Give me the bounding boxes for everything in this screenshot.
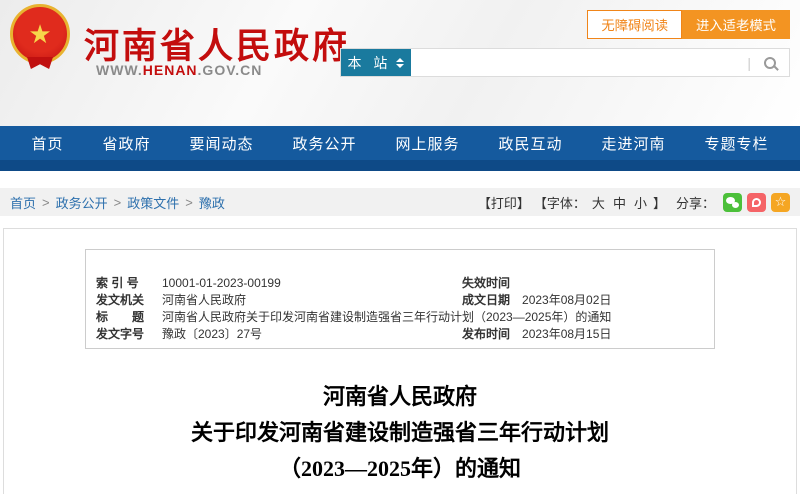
font-size-small-button[interactable]: 小 (634, 193, 647, 212)
breadcrumb-separator: > (42, 194, 50, 210)
meta-doc-no-value: 豫政〔2023〕27号 (162, 327, 263, 341)
meta-doc-no-label: 发文字号 (96, 327, 145, 341)
meta-row-title: 标 题 河南省人民政府关于印发河南省建设制造强省三年行动计划（2023—2025… (90, 309, 720, 326)
main-nav: 首页 省政府 要闻动态 政务公开 网上服务 政民互动 走进河南 专题专栏 (0, 126, 800, 160)
meta-date-written-label: 成文日期 (462, 293, 511, 307)
meta-date-published-value: 2023年08月15日 (522, 327, 612, 341)
share-icon-group: ☆ (723, 192, 790, 212)
weibo-share-icon[interactable] (747, 192, 766, 212)
breadcrumb-yuzheng[interactable]: 豫政 (199, 193, 225, 212)
header-mode-buttons: 无障碍阅读 进入适老模式 (587, 10, 790, 39)
font-size-medium-button[interactable]: 中 (613, 193, 626, 212)
meta-expiry-value (516, 275, 720, 292)
meta-row-docno: 发文字号 豫政〔2023〕27号 发布时间 2023年08月15日 (90, 326, 720, 343)
breadcrumb-toolbar: 首页 > 政务公开 > 政策文件 > 豫政 【打印】 【字体： 大 中 小 】 … (0, 188, 800, 216)
site-url-highlight: HENAN (142, 62, 198, 78)
nav-item-special-topics[interactable]: 专题专栏 (704, 133, 768, 154)
font-size-label-open: 【字体： (533, 195, 586, 211)
document-title-line-3: （2023—2025年）的通知 (278, 456, 521, 481)
site-url: WWW.HENAN.GOV.CN (96, 62, 262, 78)
nav-underline-bar (0, 160, 800, 171)
page-tools: 【打印】 【字体： 大 中 小 】 分享： ☆ (478, 192, 790, 212)
site-header: ★ 河南省人民政府 WWW.HENAN.GOV.CN 无障碍阅读 进入适老模式 … (0, 0, 800, 126)
search-button[interactable] (751, 49, 789, 76)
meta-row-index: 索 引 号 10001-01-2023-00199 失效时间 (90, 275, 720, 292)
search-input[interactable] (411, 49, 748, 76)
wechat-share-icon[interactable] (723, 192, 742, 212)
nav-item-gov-affairs[interactable]: 政务公开 (292, 133, 356, 154)
meta-index-value: 10001-01-2023-00199 (162, 276, 281, 290)
nav-item-provincial-government[interactable]: 省政府 (102, 133, 150, 154)
document-title-line-1: 河南省人民政府 (322, 384, 477, 409)
nav-item-explore-henan[interactable]: 走进河南 (601, 133, 665, 154)
nav-item-news[interactable]: 要闻动态 (189, 133, 253, 154)
document-meta-table: 索 引 号 10001-01-2023-00199 失效时间 发文机关 河南省人… (85, 249, 715, 349)
dropdown-arrows-icon (396, 57, 405, 68)
meta-row-agency: 发文机关 河南省人民政府 成文日期 2023年08月02日 (90, 292, 720, 309)
document-title-line-2: 关于印发河南省建设制造强省三年行动计划 (190, 420, 609, 445)
nav-item-interaction[interactable]: 政民互动 (498, 133, 562, 154)
national-emblem-logo: ★ (10, 4, 70, 64)
search-scope-dropdown[interactable]: 本 站 (341, 49, 411, 76)
elder-mode-button[interactable]: 进入适老模式 (682, 10, 790, 39)
meta-title-value: 河南省人民政府关于印发河南省建设制造强省三年行动计划（2023—2025年）的通… (162, 310, 612, 324)
font-size-large-button[interactable]: 大 (592, 193, 605, 212)
search-scope-label: 本 站 (347, 54, 392, 71)
breadcrumb-separator: > (185, 194, 193, 210)
breadcrumb-home[interactable]: 首页 (10, 193, 36, 212)
accessibility-reading-button[interactable]: 无障碍阅读 (587, 10, 683, 39)
print-button[interactable]: 【打印】 (478, 193, 530, 212)
breadcrumb: 首页 > 政务公开 > 政策文件 > 豫政 (10, 193, 225, 212)
qzone-share-icon[interactable]: ☆ (771, 192, 790, 212)
meta-agency-value: 河南省人民政府 (162, 293, 247, 307)
breadcrumb-gov-affairs[interactable]: 政务公开 (56, 193, 108, 212)
search-icon (764, 56, 776, 69)
site-url-prefix: WWW. (96, 62, 143, 78)
meta-expiry-label: 失效时间 (462, 276, 511, 290)
document-content-panel: 索 引 号 10001-01-2023-00199 失效时间 发文机关 河南省人… (3, 228, 797, 494)
share-label: 分享： (675, 195, 715, 211)
meta-index-label: 索 引 号 (96, 276, 139, 290)
search-bar: 本 站 | (340, 48, 790, 77)
nav-item-home[interactable]: 首页 (31, 133, 63, 154)
meta-date-published-label: 发布时间 (462, 327, 511, 341)
site-url-suffix: .GOV.CN (197, 62, 263, 78)
nav-item-online-services[interactable]: 网上服务 (395, 133, 459, 154)
meta-title-label: 标 题 (96, 310, 145, 324)
document-title: 河南省人民政府 关于印发河南省建设制造强省三年行动计划 （2023—2025年）… (4, 379, 796, 487)
font-size-label-close: 】 (652, 195, 666, 211)
meta-agency-label: 发文机关 (96, 293, 145, 307)
breadcrumb-separator: > (113, 194, 122, 210)
breadcrumb-policy-documents[interactable]: 政策文件 (127, 193, 179, 212)
meta-date-written-value: 2023年08月02日 (522, 293, 612, 307)
emblem-star-icon: ★ (28, 19, 52, 49)
